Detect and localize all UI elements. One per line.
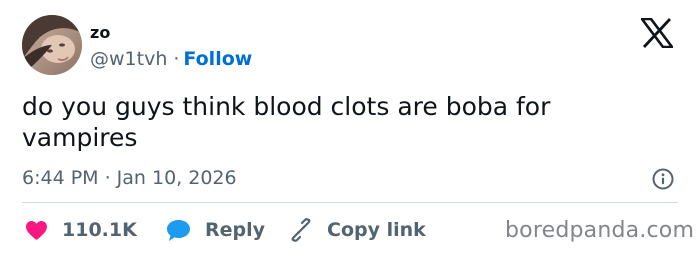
user-handle[interactable]: @w1tvh: [90, 48, 167, 70]
separator: ·: [173, 48, 180, 70]
avatar[interactable]: [22, 15, 82, 75]
speech-bubble-icon: [167, 219, 190, 241]
follow-button[interactable]: Follow: [183, 48, 252, 70]
reply-label: Reply: [205, 219, 266, 241]
avatar-photo: [22, 15, 82, 75]
like-count: 110.1K: [62, 219, 137, 241]
info-icon[interactable]: [652, 168, 674, 190]
watermark: boredpanda.com: [505, 218, 695, 243]
x-logo-icon[interactable]: [641, 18, 673, 48]
handle-row: @w1tvh · Follow: [90, 47, 252, 71]
heart-icon: [26, 220, 47, 240]
link-icon: [291, 218, 311, 242]
display-name[interactable]: zo: [90, 22, 110, 44]
tweet-card: zo @w1tvh · Follow do you guys think blood…: [0, 0, 700, 256]
timestamp[interactable]: 6:44 PM · Jan 10, 2026: [22, 165, 237, 191]
tweet-text: do you guys think blood clots are boba f…: [22, 92, 551, 152]
copy-link-label: Copy link: [327, 219, 426, 241]
copy-link-button[interactable]: Copy link: [289, 216, 426, 244]
divider: [22, 202, 678, 203]
like-button[interactable]: 110.1K: [25, 216, 137, 244]
reply-button[interactable]: Reply: [166, 216, 265, 244]
